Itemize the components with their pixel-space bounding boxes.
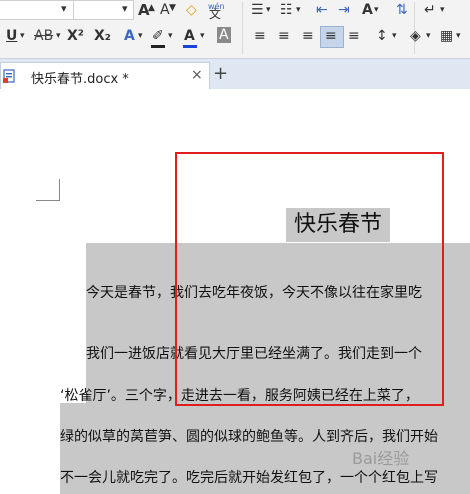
document-tab-bar: 快乐春节.docx * × + — [0, 58, 470, 89]
highlight-color-bar — [151, 45, 165, 48]
phonetic-guide-button[interactable]: 文 — [209, 6, 221, 22]
chevron-down-icon[interactable]: ▾ — [200, 28, 205, 44]
numbering-button[interactable]: ☷ — [280, 2, 293, 18]
line-spacing-button[interactable]: ↕ — [376, 28, 388, 44]
chevron-down-icon[interactable]: ▾ — [296, 2, 301, 18]
increase-indent-button[interactable]: ⇥ — [338, 2, 350, 18]
ribbon-separator — [242, 2, 243, 54]
sort-button[interactable]: ⇅ — [396, 2, 408, 18]
grow-font-arrow-icon: ▲ — [148, 3, 155, 13]
chevron-down-icon[interactable]: ▾ — [61, 1, 67, 17]
strikethrough-button[interactable]: AB — [34, 28, 53, 44]
text-effect-button[interactable]: A — [124, 28, 135, 44]
chevron-down-icon[interactable]: ▾ — [56, 28, 61, 44]
new-tab-button[interactable]: + — [213, 63, 228, 84]
align-right-button[interactable]: ≡ — [302, 28, 314, 44]
chevron-down-icon[interactable]: ▾ — [266, 2, 271, 18]
underline-button[interactable]: U — [6, 28, 17, 44]
chevron-down-icon[interactable]: ▾ — [138, 28, 143, 44]
fill-button[interactable]: ◈ — [410, 28, 421, 44]
chevron-down-icon[interactable]: ▾ — [440, 2, 445, 18]
align-left-button[interactable]: ≡ — [254, 28, 266, 44]
bullets-button[interactable]: ☰ — [251, 2, 264, 18]
annotation-highlight-box — [175, 152, 444, 406]
close-icon[interactable]: × — [191, 67, 203, 83]
justify-button[interactable]: ≡ — [325, 28, 337, 44]
page-margin-corner-horizontal — [36, 200, 59, 201]
document-tab[interactable]: 快乐春节.docx * × — [0, 62, 210, 89]
chevron-down-icon[interactable]: ▾ — [392, 28, 397, 44]
shrink-font-arrow-icon: ▼ — [169, 3, 176, 13]
page-margin-corner-vertical — [59, 179, 60, 201]
character-border-button[interactable]: A — [217, 27, 231, 43]
chevron-down-icon[interactable]: ▾ — [122, 1, 128, 17]
font-color-bar — [183, 45, 197, 48]
paragraph-mark-button[interactable]: ↵ — [424, 2, 436, 18]
justify-button-active[interactable]: ≡ — [320, 26, 344, 48]
align-center-button[interactable]: ≡ — [278, 28, 290, 44]
tab-title: 快乐春节.docx * — [31, 72, 129, 87]
font-color-button[interactable]: A — [184, 28, 195, 44]
distributed-button[interactable]: ≡ — [348, 28, 360, 44]
subscript-button[interactable]: X₂ — [94, 28, 111, 44]
chevron-down-icon[interactable]: ▾ — [426, 28, 431, 44]
watermark-text: Bai经验 — [352, 449, 410, 468]
superscript-button[interactable]: X² — [67, 28, 84, 44]
character-shading-button[interactable]: A — [362, 2, 373, 18]
borders-button[interactable]: ▦ — [440, 28, 453, 44]
paragraph-line: 不一会儿就吃完了。吃完后就开始发红包了，一个个红包上写 — [60, 470, 438, 486]
clear-format-button[interactable]: ◇ — [186, 2, 197, 18]
chevron-down-icon[interactable]: ▾ — [456, 28, 461, 44]
chevron-down-icon[interactable]: ▾ — [374, 2, 379, 18]
document-icon — [3, 69, 15, 83]
chevron-down-icon[interactable]: ▾ — [20, 28, 25, 44]
font-size-combobox[interactable]: ▾ — [73, 0, 134, 20]
font-name-combobox[interactable]: ▾ — [0, 0, 74, 20]
highlight-button[interactable]: ✐ — [152, 28, 164, 44]
chevron-down-icon[interactable]: ▾ — [168, 28, 173, 44]
ribbon-toolbar: ▾ ▾ A ▲ A ▼ ◇ wén 文 ☰ ▾ ☷ ▾ ⇤ ⇥ A ▾ ⇅ ↵ … — [0, 0, 470, 58]
decrease-indent-button[interactable]: ⇤ — [316, 2, 328, 18]
